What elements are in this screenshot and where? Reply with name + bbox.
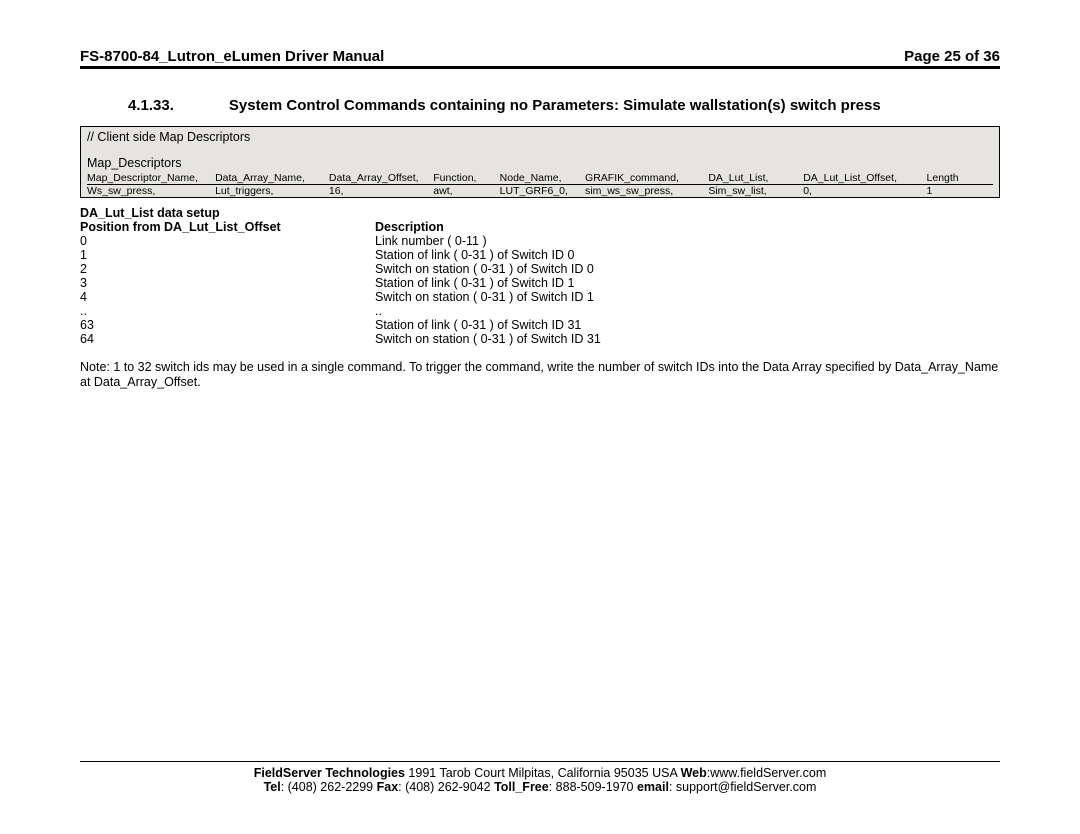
map-comment: // Client side Map Descriptors <box>87 130 993 144</box>
footer-web: :www.fieldServer.com <box>707 766 826 780</box>
footer-email: : support@fieldServer.com <box>669 780 816 794</box>
list-item: 3Station of link ( 0-31 ) of Switch ID 1 <box>80 276 1000 290</box>
table-row: Map_Descriptor_Name, Data_Array_Name, Da… <box>87 172 993 185</box>
note-text: Note: 1 to 32 switch ids may be used in … <box>80 360 1000 390</box>
footer-toll-label: Toll_Free <box>494 780 549 794</box>
section-number: 4.1.33. <box>128 97 174 114</box>
data-setup-section: DA_Lut_List data setup Position from DA_… <box>80 206 1000 346</box>
page-footer: FieldServer Technologies 1991 Tarob Cour… <box>80 761 1000 794</box>
col-header-position: Position from DA_Lut_List_Offset <box>80 220 375 234</box>
list-item: 4Switch on station ( 0-31 ) of Switch ID… <box>80 290 1000 304</box>
header-divider <box>80 66 1000 69</box>
footer-fax-label: Fax <box>377 780 399 794</box>
section-title: System Control Commands containing no Pa… <box>229 97 881 114</box>
doc-title: FS-8700-84_Lutron_eLumen Driver Manual <box>80 48 384 65</box>
table-row: Ws_sw_press, Lut_triggers, 16, awt, LUT_… <box>87 185 993 198</box>
section-heading: 4.1.33. System Control Commands containin… <box>80 97 1000 114</box>
list-item: 64Switch on station ( 0-31 ) of Switch I… <box>80 332 1000 346</box>
list-item: 1Station of link ( 0-31 ) of Switch ID 0 <box>80 248 1000 262</box>
list-item: 63Station of link ( 0-31 ) of Switch ID … <box>80 318 1000 332</box>
footer-address: 1991 Tarob Court Milpitas, California 95… <box>405 766 681 780</box>
map-descriptors-box: // Client side Map Descriptors Map_Descr… <box>80 126 1000 198</box>
footer-tel: : (408) 262-2299 <box>281 780 377 794</box>
list-item: 0Link number ( 0-11 ) <box>80 234 1000 248</box>
footer-tel-label: Tel <box>264 780 281 794</box>
col-header-description: Description <box>375 220 1000 234</box>
footer-email-label: email <box>637 780 669 794</box>
data-setup-heading: DA_Lut_List data setup <box>80 206 1000 220</box>
footer-company: FieldServer Technologies <box>254 766 405 780</box>
list-item: 2Switch on station ( 0-31 ) of Switch ID… <box>80 262 1000 276</box>
footer-divider <box>80 761 1000 762</box>
footer-fax: : (408) 262-9042 <box>398 780 494 794</box>
map-descriptors-title: Map_Descriptors <box>87 156 993 170</box>
list-item: .... <box>80 304 1000 318</box>
page-number: Page 25 of 36 <box>904 48 1000 65</box>
footer-toll: : 888-509-1970 <box>549 780 637 794</box>
footer-web-label: Web <box>681 766 707 780</box>
map-descriptors-table: Map_Descriptor_Name, Data_Array_Name, Da… <box>87 172 993 197</box>
